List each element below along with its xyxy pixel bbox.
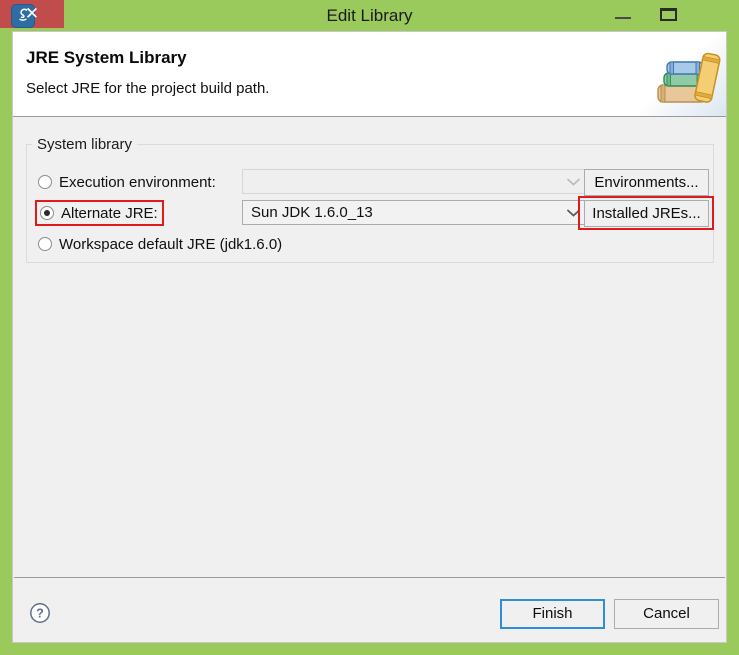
dialog-body: JRE System Library Select JRE for the pr…: [12, 31, 727, 643]
installed-jres-highlight: [578, 196, 714, 230]
environments-button[interactable]: Environments...: [584, 169, 709, 196]
radio-workspace-default-jre[interactable]: Workspace default JRE (jdk1.6.0): [35, 231, 286, 257]
radio-label-workspace-default-jre: Workspace default JRE (jdk1.6.0): [59, 235, 283, 253]
page-title: JRE System Library: [26, 48, 187, 67]
finish-button[interactable]: Finish: [500, 599, 605, 629]
maximize-button[interactable]: [646, 0, 692, 28]
execution-environment-combo[interactable]: [242, 169, 586, 194]
system-library-group-legend: System library: [32, 136, 138, 153]
page-description: Select JRE for the project build path.: [26, 80, 270, 97]
edit-library-window: Edit Library ✕ JRE System Library Select…: [0, 0, 739, 655]
close-icon: ✕: [24, 4, 40, 23]
minimize-button[interactable]: [600, 0, 646, 28]
dialog-header: JRE System Library Select JRE for the pr…: [13, 32, 726, 117]
svg-text:?: ?: [36, 607, 44, 621]
close-button[interactable]: ✕: [0, 0, 64, 28]
chevron-down-icon: [561, 178, 585, 186]
footer-separator: [14, 577, 725, 578]
radio-execution-environment[interactable]: Execution environment:: [35, 169, 220, 195]
books-stack-icon: [640, 32, 726, 116]
title-bar: Edit Library ✕: [0, 0, 739, 31]
radio-label-alternate-jre: Alternate JRE:: [61, 204, 158, 222]
radio-circle-icon: [38, 237, 52, 251]
radio-circle-icon: [40, 206, 54, 220]
minimize-icon: [615, 17, 631, 19]
cancel-button[interactable]: Cancel: [614, 599, 719, 629]
radio-circle-icon: [38, 175, 52, 189]
help-question-icon[interactable]: ?: [29, 602, 51, 624]
radio-alternate-jre[interactable]: Alternate JRE:: [35, 200, 164, 226]
radio-label-execution-environment: Execution environment:: [59, 173, 216, 191]
maximize-icon: [660, 8, 677, 21]
alternate-jre-combo[interactable]: Sun JDK 1.6.0_13: [242, 200, 586, 225]
alternate-jre-combo-value: Sun JDK 1.6.0_13: [251, 204, 373, 221]
